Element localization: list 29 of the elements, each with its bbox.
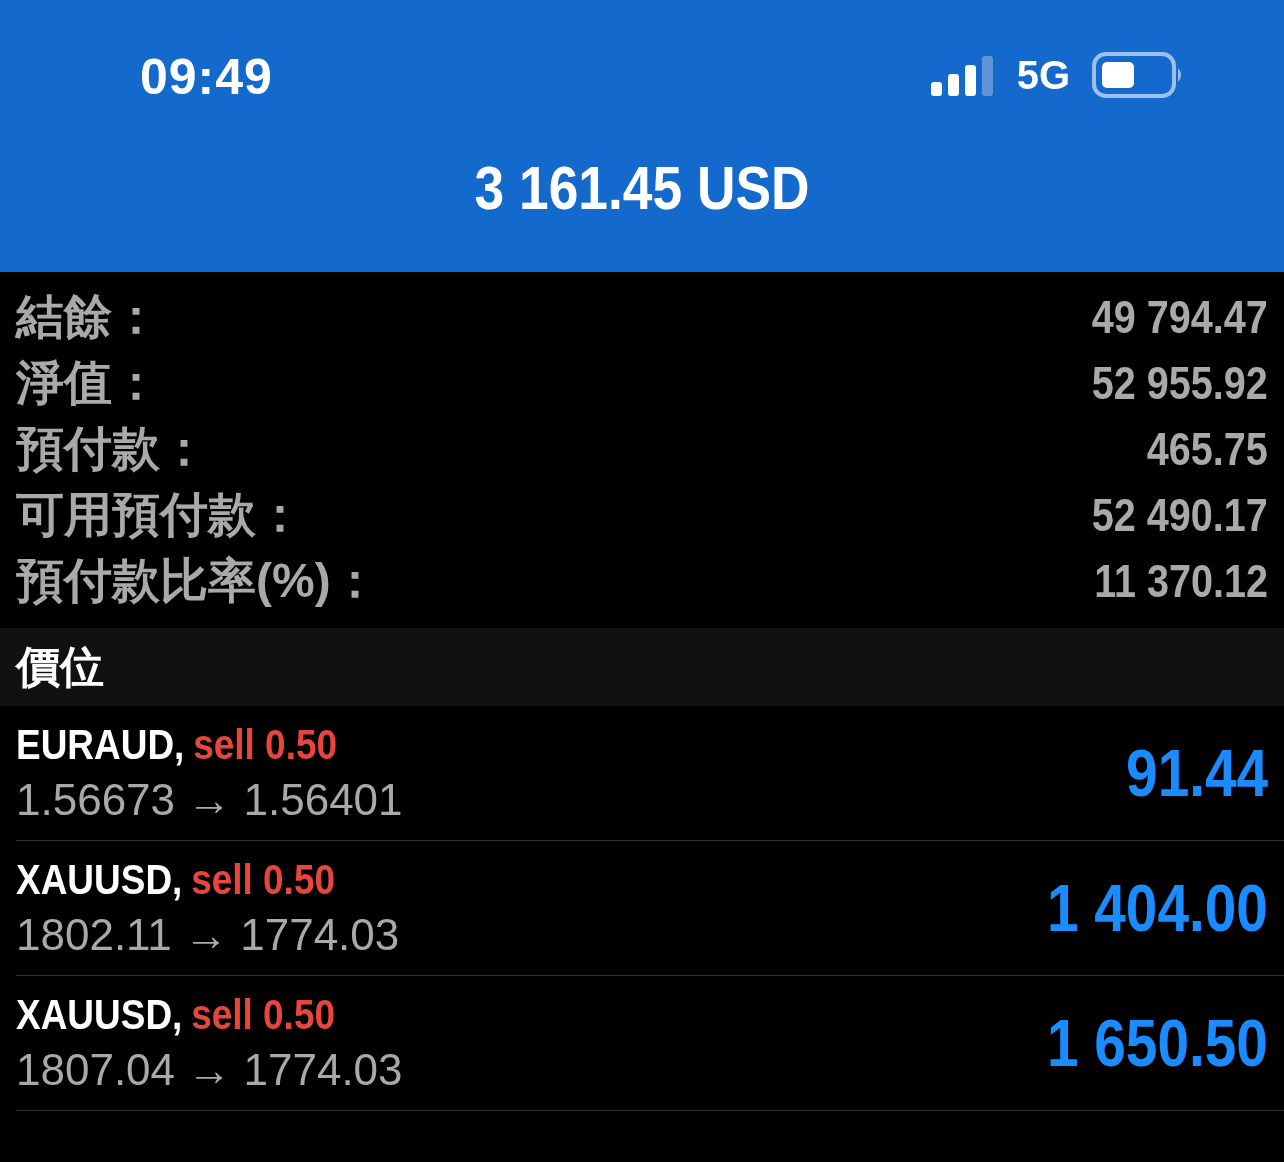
position-symbol: XAUUSD, (16, 991, 183, 1039)
position-profit: 1 404.00 (1047, 870, 1268, 946)
summary-value: 49 794.47 (1092, 290, 1268, 344)
price-change: 1802.11 → 1774.03 (16, 910, 400, 960)
summary-value: 11 370.12 (1094, 554, 1268, 608)
summary-label: 預付款： (16, 421, 208, 477)
summary-value: 52 955.92 (1092, 356, 1268, 410)
summary-value: 465.75 (1147, 422, 1268, 476)
balance-title: 3 161.45 USD (473, 152, 811, 223)
price-change: 1807.04 → 1774.03 (16, 1045, 403, 1095)
position-row[interactable]: XAUUSD, sell 0.50 1807.04 → 1774.03 1 650.50 (16, 976, 1284, 1111)
price-change: 1.56673 → 1.56401 (16, 775, 403, 825)
position-symbol: XAUUSD, (16, 856, 183, 904)
order-type: sell 0.50 (191, 856, 335, 904)
section-title: 價位 (16, 640, 104, 693)
position-symbol: EURAUD, (16, 721, 185, 769)
order-type: sell 0.50 (193, 721, 338, 769)
summary-label: 結餘： (16, 289, 160, 345)
position-profit: 91.44 (1125, 735, 1268, 811)
clock-time: 09:49 (140, 48, 274, 106)
summary-label: 淨值： (16, 355, 160, 411)
summary-value: 52 490.17 (1092, 488, 1268, 542)
summary-label: 預付款比率(%)： (16, 553, 379, 609)
position-row[interactable]: XAUUSD, sell 0.50 1802.11 → 1774.03 1 404.00 (16, 841, 1284, 976)
summary-label: 可用預付款： (16, 487, 304, 543)
position-row[interactable]: EURAUD, sell 0.50 1.56673 → 1.56401 91.44 (16, 706, 1284, 841)
position-profit: 1 650.50 (1047, 1005, 1268, 1081)
network-label: 5G (1016, 52, 1070, 98)
order-type: sell 0.50 (191, 991, 335, 1039)
